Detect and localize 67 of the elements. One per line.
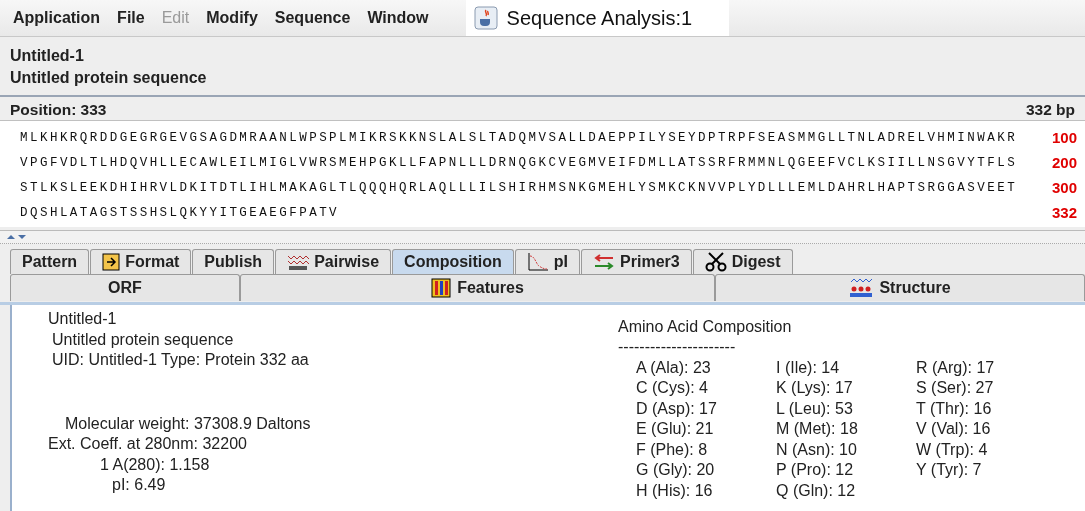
residue-count: 332 — [1050, 204, 1077, 221]
menu-item[interactable]: Window — [367, 9, 429, 27]
amino-acid-count: Q (Gln): 12 — [776, 480, 857, 501]
tab[interactable]: Composition — [392, 249, 514, 274]
residue-count: 100 — [1050, 129, 1077, 146]
amino-acid-count: N (Asn): 10 — [776, 439, 858, 460]
sequence-description: Untitled protein sequence — [10, 68, 208, 88]
tab[interactable]: Structure — [715, 274, 1085, 301]
menu-item[interactable]: File — [117, 9, 145, 27]
molecular-weight: Molecular weight: 37308.9 Daltons — [64, 413, 312, 434]
tab[interactable]: pI — [514, 249, 581, 274]
tab[interactable]: Publish — [192, 249, 275, 274]
amino-acid-count: I (Ile): 14 — [776, 357, 841, 378]
tab[interactable]: Primer3 — [581, 249, 692, 274]
amino-acid-count: G (Gly): 20 — [636, 460, 716, 480]
amino-acid-count: L (Leu): 53 — [776, 398, 854, 419]
position-label: Position: 333 — [10, 101, 107, 119]
menu-item[interactable]: Application — [13, 9, 101, 27]
alignment-icon — [287, 253, 310, 271]
window-title: Sequence Analysis:1 — [506, 6, 693, 30]
summary-description: Untitled protein sequence — [51, 329, 235, 350]
tab[interactable]: Digest — [692, 249, 793, 274]
tab[interactable]: Pattern — [10, 249, 90, 274]
tab[interactable]: ORF — [10, 274, 240, 301]
sequence-line: VPGFVDLTLHDQVHLLECAWLEILMIGLVWRSMEHPGKLLFAPNLLLDRNQGKCVEGMVEIFDMLLATSSRFRMMNLQGEEFVCLKSIILLNSGVYTFLS — [20, 155, 1018, 170]
residue-count: 300 — [1050, 179, 1077, 196]
length-label: 332 bp — [1025, 101, 1075, 119]
tab[interactable]: Features — [240, 274, 715, 301]
sequence-line: DQSHLATAGSTSSHSLQKYYITGEAEGFPATV — [20, 205, 340, 220]
amino-acid-count: Y (Tyr): 7 — [916, 460, 983, 480]
summary-uid: UID: Untitled-1 Type: Protein 332 aa — [51, 350, 310, 370]
scissors-icon — [704, 252, 727, 272]
amino-acid-count: S (Ser): 27 — [916, 378, 995, 398]
menu-item[interactable]: Sequence — [274, 9, 351, 27]
amino-acid-count: R (Arg): 17 — [916, 357, 996, 378]
amino-acid-count: D (Asp): 17 — [636, 398, 718, 419]
coffee-cup-icon — [473, 6, 498, 30]
extinction-coefficient: Ext. Coeff. at 280nm: 32200 — [48, 434, 248, 454]
sequence-line: MLKHKRQRDDGEGRGEVGSAGDMRAANLWPSPLMIKRSKKNSLALSLTADQMVSALLDAEPPILYSEYDPTRPFSEASMMGLLTNLADRELVHMINWAKR — [20, 130, 1018, 145]
residue-count: 200 — [1050, 154, 1077, 171]
amino-acid-count: E (Glu): 21 — [636, 419, 715, 439]
amino-acid-count: F (Phe): 8 — [636, 439, 709, 460]
sequence-name: Untitled-1 — [10, 46, 85, 66]
dashed-rule: ---------------------- — [618, 337, 737, 356]
amino-acid-count: H (His): 16 — [636, 480, 714, 501]
summary-name: Untitled-1 — [48, 309, 118, 329]
amino-acid-count: K (Lys): 17 — [776, 378, 854, 398]
collapse-arrows-icon[interactable] — [6, 234, 28, 240]
plot-icon — [526, 252, 549, 272]
amino-acid-count: W (Trp): 4 — [916, 439, 989, 460]
amino-acid-count: V (Val): 16 — [916, 419, 992, 439]
swap-arrows-icon — [593, 254, 616, 270]
absorbance: 1 A(280): 1.158 — [99, 454, 211, 475]
structure-icon — [849, 278, 874, 298]
amino-acid-count: A (Ala): 23 — [636, 357, 712, 378]
tab[interactable]: Pairwise — [275, 249, 392, 274]
menu-item[interactable]: Modify — [206, 9, 258, 27]
tab[interactable]: Format — [90, 249, 192, 274]
features-icon — [431, 278, 452, 298]
isoelectric-point: pI: 6.49 — [111, 475, 167, 495]
amino-acid-count: M (Met): 18 — [776, 419, 859, 439]
sequence-line: STLKSLEEKDHIHRVLDKITDTLIHLMAKAGLTLQQQHQRLAQLLLILSHIRHMSNKGMEHLYSMKCKNVVPLYDLLLEMLDAHRLHAPTSRGGASVEET — [20, 180, 1018, 195]
amino-acid-count: T (Thr): 16 — [916, 398, 993, 419]
format-icon — [102, 253, 121, 271]
amino-acid-count: P (Pro): 12 — [776, 460, 855, 480]
composition-title: Amino Acid Composition — [618, 317, 793, 337]
amino-acid-count: C (Cys): 4 — [636, 378, 709, 398]
